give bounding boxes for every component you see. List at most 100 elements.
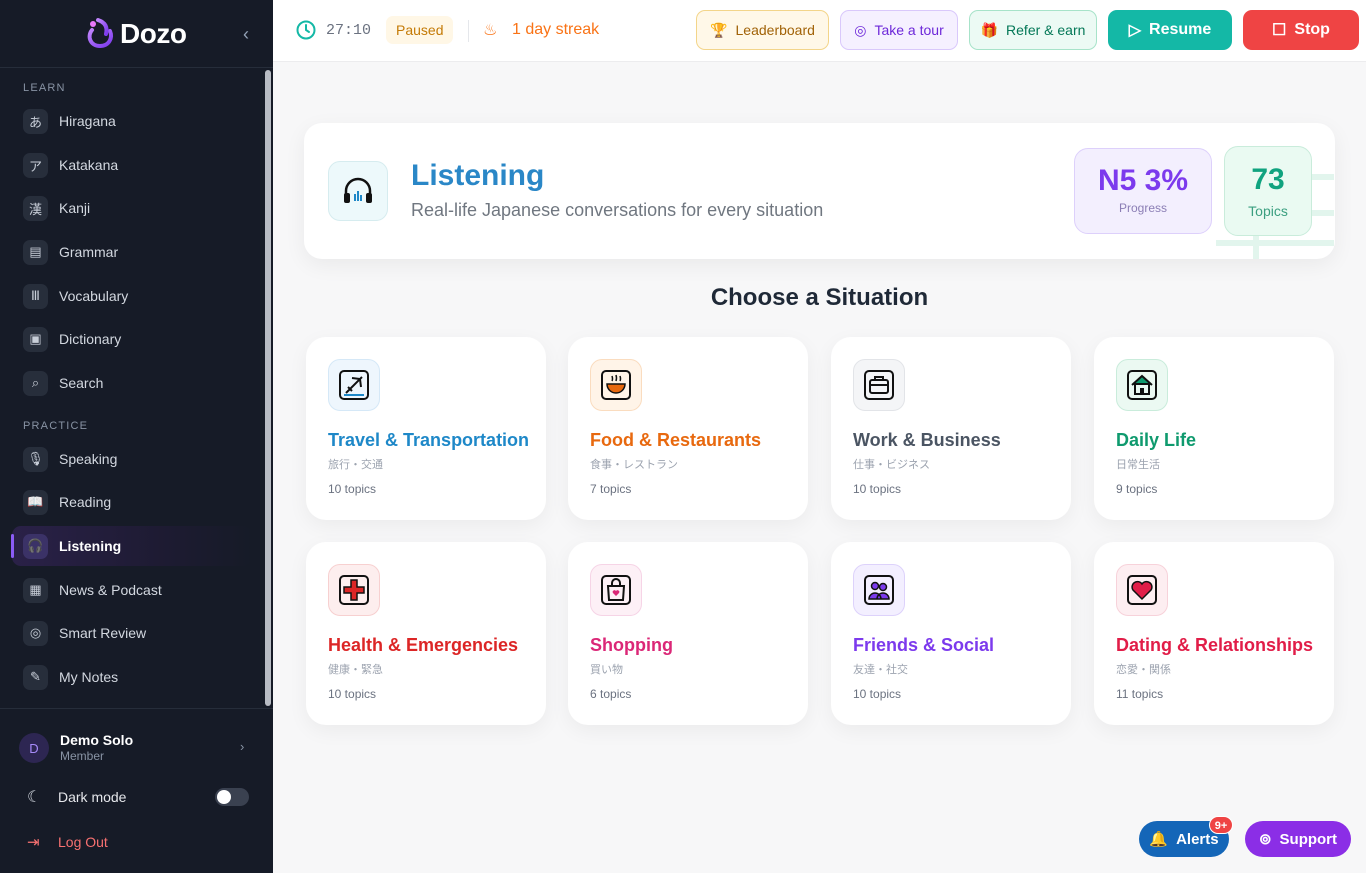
- situation-card-shopping[interactable]: Shopping 買い物 6 topics: [568, 542, 808, 725]
- lifebuoy-icon: ⊚: [1258, 831, 1272, 848]
- sidebar-item-search[interactable]: ⌕ Search: [12, 363, 252, 403]
- topic-count: 10 topics: [853, 482, 902, 496]
- listening-header-card: Listening Real-life Japanese conversatio…: [304, 123, 1335, 259]
- search-icon: ⌕: [23, 370, 48, 396]
- notes-icon: ✎: [23, 664, 48, 690]
- sidebar-item-label: Listening: [59, 538, 122, 554]
- dictionary-icon: ▣: [23, 326, 48, 352]
- sidebar-item-listening[interactable]: 🎧 Listening: [11, 526, 252, 566]
- chevron-right-icon[interactable]: ›: [240, 739, 244, 754]
- topic-count: 11 topics: [1116, 687, 1164, 701]
- topics-label: Topics: [1248, 203, 1288, 219]
- book-icon: 📖: [23, 489, 48, 515]
- situation-jp: 買い物: [590, 664, 623, 676]
- support-label: Support: [1279, 830, 1338, 848]
- collapse-sidebar-icon[interactable]: ‹: [238, 24, 254, 44]
- sidebar-item-label: Hiragana: [59, 113, 116, 129]
- airplane-icon: [328, 359, 380, 411]
- headphones-icon: 🎧: [23, 533, 48, 559]
- leaderboard-button[interactable]: 🏆 Leaderboard: [696, 10, 829, 50]
- topic-count: 10 topics: [328, 687, 377, 701]
- support-button[interactable]: ⊚ Support: [1245, 821, 1351, 857]
- situation-card-health[interactable]: Health & Emergencies 健康・緊急 10 topics: [306, 542, 546, 725]
- sidebar-item-dictionary[interactable]: ▣ Dictionary: [12, 319, 252, 359]
- logo-row: Dozo ‹: [0, 0, 273, 68]
- microphone-icon: 🎙: [23, 446, 48, 472]
- situation-title: Travel & Transportation: [328, 430, 530, 450]
- sidebar-item-grammar[interactable]: ▤ Grammar: [12, 232, 252, 272]
- stop-label: Stop: [1294, 21, 1330, 38]
- resume-button[interactable]: ▷ Resume: [1108, 10, 1232, 50]
- topics-value: 73: [1251, 163, 1285, 196]
- house-icon: [1116, 359, 1168, 411]
- ramen-bowl-icon: [590, 359, 642, 411]
- sidebar-item-label: Dictionary: [59, 331, 122, 347]
- gift-icon: 🎁: [980, 21, 999, 38]
- take-tour-button[interactable]: ◎ Take a tour: [840, 10, 958, 50]
- alerts-label: Alerts: [1176, 830, 1219, 848]
- newspaper-icon: ▦: [23, 577, 48, 603]
- sidebar-item-vocabulary[interactable]: Ⅲ Vocabulary: [12, 276, 252, 316]
- hiragana-icon: あ: [23, 108, 48, 134]
- sidebar-footer: D Demo Solo Member › ☾ Dark mode ⇥ Log O…: [0, 708, 273, 873]
- top-bar: 27:10 Paused ♨ 1 day streak 🏆 Leaderboard…: [273, 0, 1366, 62]
- dark-mode-toggle[interactable]: [215, 788, 249, 806]
- situation-card-friends[interactable]: Friends & Social 友達・社交 10 topics: [831, 542, 1071, 725]
- sidebar-item-label: Grammar: [59, 244, 119, 260]
- sidebar-item-hiragana[interactable]: あ Hiragana: [12, 101, 252, 141]
- situation-jp: 仕事・ビジネス: [853, 459, 930, 471]
- compass-icon: ◎: [854, 21, 867, 38]
- situation-card-dating[interactable]: Dating & Relationships 恋愛・関係 11 topics: [1094, 542, 1334, 725]
- document-icon: ▤: [23, 239, 48, 265]
- user-name[interactable]: Demo Solo: [60, 732, 133, 748]
- topic-count: 6 topics: [590, 687, 632, 701]
- logout-icon[interactable]: ⇥: [27, 833, 40, 851]
- situation-title: Health & Emergencies: [328, 635, 519, 655]
- sidebar-scrollbar[interactable]: [264, 68, 272, 708]
- refer-label: Refer & earn: [1006, 22, 1086, 38]
- logout-button[interactable]: Log Out: [58, 834, 108, 850]
- situation-card-travel[interactable]: Travel & Transportation 旅行・交通 10 topics: [306, 337, 546, 520]
- scrollbar-thumb[interactable]: [265, 70, 271, 706]
- app-name: Dozo: [120, 18, 187, 49]
- dark-mode-label: Dark mode: [58, 789, 127, 805]
- section-title: Choose a Situation: [710, 284, 929, 311]
- streak-text: 1 day streak: [512, 21, 600, 38]
- sidebar-item-label: Reading: [59, 494, 112, 510]
- sidebar-item-kanji[interactable]: 漢 Kanji: [12, 188, 252, 228]
- library-icon: Ⅲ: [23, 283, 48, 309]
- sidebar-item-smart-review[interactable]: ◎ Smart Review: [12, 613, 252, 653]
- situation-card-work[interactable]: Work & Business 仕事・ビジネス 10 topics: [831, 337, 1071, 520]
- progress-value: N5 3%: [1097, 164, 1189, 197]
- stop-button[interactable]: ☐ Stop: [1243, 10, 1359, 50]
- clock-icon: [296, 20, 316, 40]
- sidebar-item-my-notes[interactable]: ✎ My Notes: [12, 657, 252, 697]
- topic-count: 9 topics: [1116, 482, 1158, 496]
- situation-card-food[interactable]: Food & Restaurants 食事・レストラン 7 topics: [568, 337, 808, 520]
- heart-icon: [1116, 564, 1168, 616]
- dozo-logo-icon: [87, 18, 113, 49]
- shopping-bag-icon: [590, 564, 642, 616]
- sidebar-item-label: Vocabulary: [59, 288, 129, 304]
- refer-earn-button[interactable]: 🎁 Refer & earn: [969, 10, 1097, 50]
- sidebar-item-label: Katakana: [59, 157, 119, 173]
- sidebar-item-label: Search: [59, 375, 104, 391]
- learn-section-label: LEARN: [23, 82, 66, 94]
- situation-jp: 日常生活: [1116, 459, 1160, 471]
- situation-jp: 食事・レストラン: [590, 459, 678, 471]
- avatar[interactable]: D: [19, 733, 49, 763]
- situation-card-daily-life[interactable]: Daily Life 日常生活 9 topics: [1094, 337, 1334, 520]
- sidebar-item-speaking[interactable]: 🎙 Speaking: [12, 439, 252, 479]
- sidebar-item-label: Kanji: [59, 200, 91, 216]
- status-badge: Paused: [386, 16, 454, 44]
- sidebar-item-katakana[interactable]: ア Katakana: [12, 145, 252, 185]
- brain-icon: ◎: [23, 620, 48, 646]
- leaderboard-label: Leaderboard: [735, 22, 815, 38]
- progress-stat: N5 3% Progress: [1074, 148, 1212, 234]
- situation-title: Shopping: [590, 635, 673, 655]
- situation-title: Dating & Relationships: [1116, 635, 1314, 655]
- sidebar-item-news-podcast[interactable]: ▦ News & Podcast: [12, 570, 252, 610]
- sidebar-item-reading[interactable]: 📖 Reading: [12, 482, 252, 522]
- situation-title: Work & Business: [853, 430, 1001, 450]
- headphones-icon: [328, 161, 388, 221]
